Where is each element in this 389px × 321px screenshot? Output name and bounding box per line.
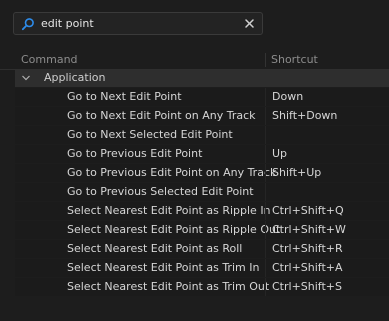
command-shortcut[interactable]: Shift+Up xyxy=(272,166,321,179)
row-divider xyxy=(265,88,266,106)
command-name: Select Nearest Edit Point as Ripple In xyxy=(67,204,271,217)
close-icon[interactable] xyxy=(242,16,257,31)
search-box[interactable] xyxy=(13,12,263,35)
row-divider xyxy=(265,107,266,125)
command-name: Go to Previous Selected Edit Point xyxy=(67,185,254,198)
group-label: Application xyxy=(44,71,106,84)
command-name: Go to Previous Edit Point on Any Track xyxy=(67,166,277,179)
command-shortcut[interactable]: Shift+Down xyxy=(272,109,337,122)
column-header: Command Shortcut xyxy=(0,51,389,70)
command-shortcut[interactable]: Ctrl+Shift+S xyxy=(272,280,342,293)
column-header-shortcut[interactable]: Shortcut xyxy=(271,53,318,66)
command-shortcut[interactable]: Down xyxy=(272,90,303,103)
row-divider xyxy=(265,126,266,144)
command-row[interactable]: Go to Previous Edit Point Up xyxy=(15,145,389,163)
row-divider xyxy=(265,202,266,220)
command-name: Go to Previous Edit Point xyxy=(67,147,203,160)
command-row[interactable]: Go to Previous Edit Point on Any Track S… xyxy=(15,164,389,182)
command-row[interactable]: Select Nearest Edit Point as Trim Out Ct… xyxy=(15,278,389,296)
row-divider xyxy=(265,240,266,258)
command-shortcut[interactable]: Up xyxy=(272,147,287,160)
row-divider xyxy=(265,278,266,296)
chevron-down-icon[interactable] xyxy=(21,73,31,83)
command-row[interactable]: Select Nearest Edit Point as Ripple In C… xyxy=(15,202,389,220)
command-name: Select Nearest Edit Point as Trim Out xyxy=(67,280,270,293)
search-icon xyxy=(21,18,34,31)
command-shortcut[interactable]: Ctrl+Shift+A xyxy=(272,261,343,274)
command-name: Select Nearest Edit Point as Roll xyxy=(67,242,243,255)
command-name: Go to Next Selected Edit Point xyxy=(67,128,233,141)
command-row[interactable]: Go to Previous Selected Edit Point xyxy=(15,183,389,201)
column-divider[interactable] xyxy=(265,53,266,67)
row-divider xyxy=(265,164,266,182)
command-shortcut[interactable]: Ctrl+Shift+R xyxy=(272,242,343,255)
command-row[interactable]: Select Nearest Edit Point as Trim In Ctr… xyxy=(15,259,389,277)
command-name: Go to Next Edit Point xyxy=(67,90,182,103)
row-divider xyxy=(265,145,266,163)
row-divider xyxy=(265,183,266,201)
group-row-application[interactable]: Application xyxy=(15,70,389,87)
command-name: Select Nearest Edit Point as Trim In xyxy=(67,261,260,274)
row-divider xyxy=(265,221,266,239)
command-name: Go to Next Edit Point on Any Track xyxy=(67,109,256,122)
command-shortcut[interactable]: Ctrl+Shift+W xyxy=(272,223,346,236)
search-input[interactable] xyxy=(41,15,231,32)
command-row[interactable]: Select Nearest Edit Point as Ripple Out … xyxy=(15,221,389,239)
command-row[interactable]: Select Nearest Edit Point as Roll Ctrl+S… xyxy=(15,240,389,258)
command-shortcut[interactable]: Ctrl+Shift+Q xyxy=(272,204,344,217)
command-row[interactable]: Go to Next Edit Point on Any Track Shift… xyxy=(15,107,389,125)
column-header-command[interactable]: Command xyxy=(21,53,78,66)
keyboard-shortcuts-panel: Command Shortcut Application Go to Next … xyxy=(0,0,389,321)
command-name: Select Nearest Edit Point as Ripple Out xyxy=(67,223,281,236)
command-row[interactable]: Go to Next Selected Edit Point xyxy=(15,126,389,144)
command-row[interactable]: Go to Next Edit Point Down xyxy=(15,88,389,106)
command-list: Go to Next Edit Point Down Go to Next Ed… xyxy=(15,88,389,297)
row-divider xyxy=(265,259,266,277)
